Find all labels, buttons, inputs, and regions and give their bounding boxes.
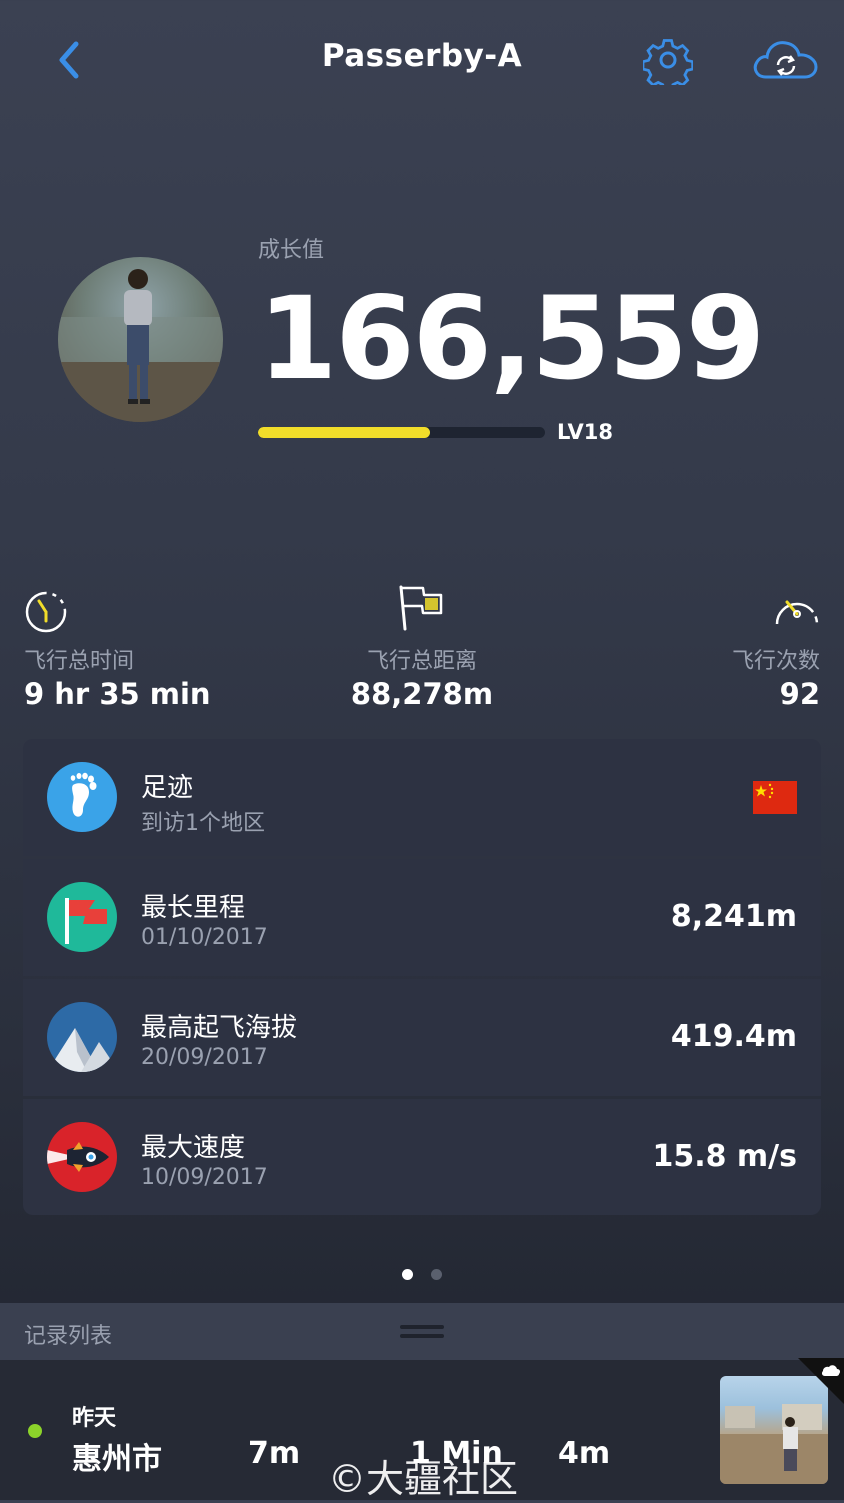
record-date: 20/09/2017 <box>141 1045 268 1070</box>
stat-flight-count-value: 92 <box>779 677 820 711</box>
record-city: 惠州市 <box>72 1442 162 1477</box>
record-subtitle: 到访1个地区 <box>141 811 265 836</box>
record-list-header[interactable] <box>0 1303 844 1360</box>
flag-icon <box>397 583 447 633</box>
stat-flight-distance-value: 88,278m <box>350 677 494 711</box>
china-flag-icon <box>753 781 797 814</box>
page-title: Passerby-A <box>321 38 523 74</box>
level-label: LV18 <box>557 420 613 444</box>
growth-label: 成长值 <box>258 238 325 263</box>
record-height: 4m <box>558 1436 611 1471</box>
record-title: 最长里程 <box>141 893 246 923</box>
stat-flight-distance-label: 飞行总距离 <box>366 649 477 674</box>
record-card-footprint[interactable]: 足迹 到访1个地区 <box>23 739 821 856</box>
stopwatch-icon <box>24 588 70 634</box>
avatar[interactable] <box>58 257 223 422</box>
growth-value: 166,559 <box>258 272 765 405</box>
level-progress-bar <box>258 427 545 438</box>
status-dot <box>28 1424 42 1438</box>
pager-dot-2[interactable] <box>431 1269 442 1280</box>
avatar-photo <box>58 269 223 422</box>
red-flag-icon <box>47 882 117 952</box>
record-card-longest-distance[interactable]: 最长里程 01/10/2017 8,241m <box>23 859 821 976</box>
settings-button[interactable] <box>641 35 695 92</box>
cloud-sync-icon <box>753 41 818 79</box>
stat-flight-count-label: 飞行次数 <box>731 649 820 674</box>
record-value: 15.8 m/s <box>652 1139 797 1174</box>
gear-icon <box>641 39 695 92</box>
cloud-sync-button[interactable] <box>750 35 820 85</box>
record-date: 01/10/2017 <box>141 925 268 950</box>
records-carousel[interactable]: 足迹 到访1个地区 最长里程 01/10/2017 8,241m 最高起飞海拔 … <box>23 739 821 1215</box>
record-card-max-speed[interactable]: 最大速度 10/09/2017 15.8 m/s <box>23 1099 821 1215</box>
drag-handle-line <box>400 1334 444 1338</box>
record-value: 419.4m <box>670 1019 797 1054</box>
cloud-uploaded-badge <box>798 1358 844 1404</box>
watermark: ©大疆社区 <box>328 1457 519 1501</box>
record-card-highest-altitude[interactable]: 最高起飞海拔 20/09/2017 419.4m <box>23 979 821 1096</box>
record-value: 8,241m <box>670 899 797 934</box>
record-date: 10/09/2017 <box>141 1165 268 1190</box>
rocket-icon <box>47 1122 117 1192</box>
mountain-icon <box>47 1002 117 1072</box>
record-distance: 7m <box>248 1436 301 1471</box>
pager-dot-1[interactable] <box>402 1269 413 1280</box>
drag-handle[interactable] <box>400 1325 444 1329</box>
level-progress-fill <box>258 427 431 438</box>
record-list-title: 记录列表 <box>24 1324 113 1349</box>
record-title: 最高起飞海拔 <box>141 1013 298 1043</box>
speedometer-icon <box>772 590 822 630</box>
record-title: 足迹 <box>141 773 194 803</box>
footprint-icon <box>47 762 117 832</box>
record-day: 昨天 <box>72 1406 117 1431</box>
record-title: 最大速度 <box>141 1133 246 1163</box>
